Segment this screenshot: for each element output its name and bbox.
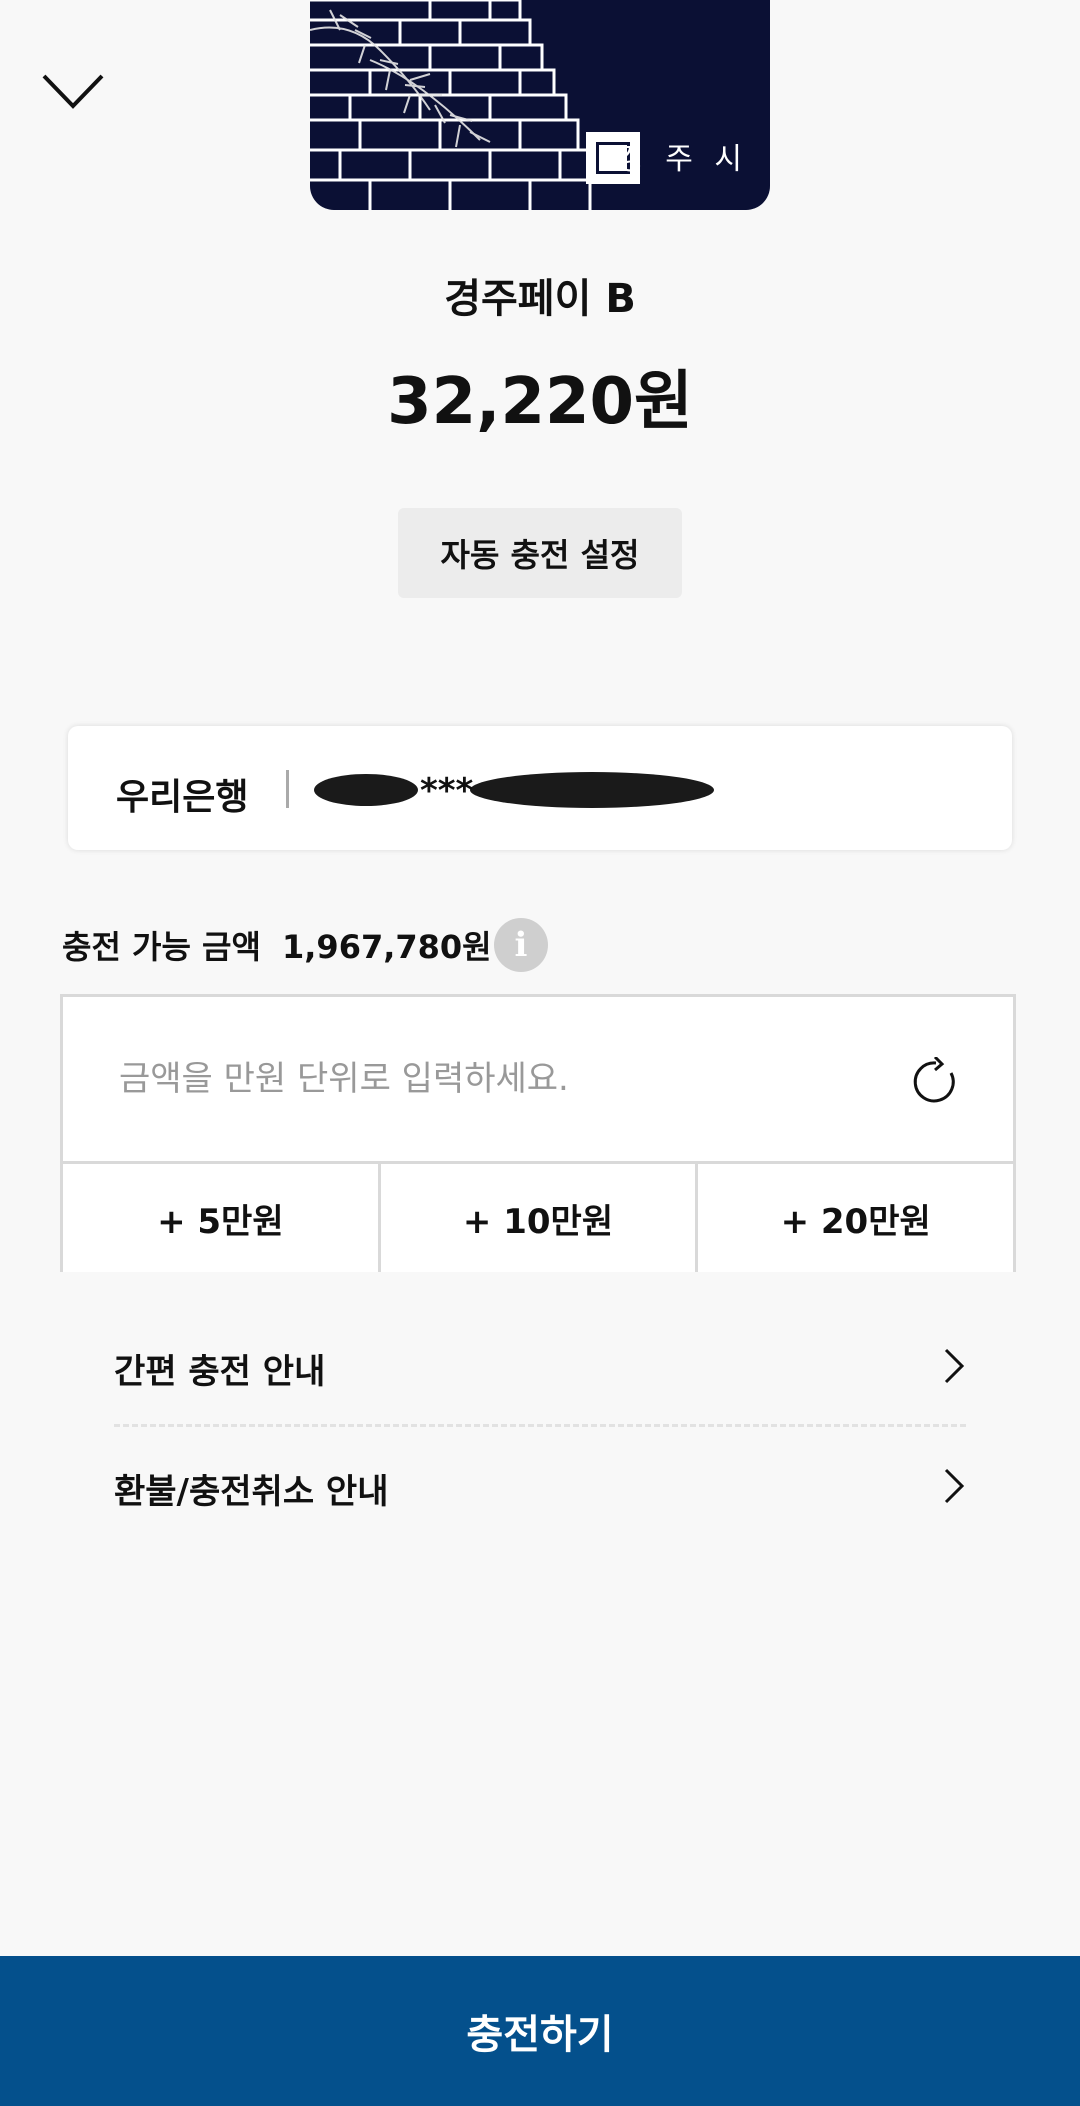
add-50000-button[interactable]: + 5만원 bbox=[63, 1164, 378, 1272]
add-100000-button[interactable]: + 10만원 bbox=[377, 1164, 696, 1272]
chevron-right-icon bbox=[944, 1468, 965, 1504]
menu-item-label: 간편 충전 안내 bbox=[114, 1352, 326, 1392]
account-number-masked: *** bbox=[420, 771, 474, 811]
divider bbox=[114, 1424, 966, 1427]
card-name: 경주페이 B bbox=[444, 276, 636, 322]
chevron-right-icon bbox=[944, 1348, 965, 1384]
available-amount-value: 1,967,780원 bbox=[282, 928, 492, 966]
auto-charge-settings-button[interactable]: 자동 충전 설정 bbox=[398, 508, 682, 598]
quick-amount-row: + 5만원 + 10만원 + 20만원 bbox=[63, 1161, 1014, 1272]
refresh-icon[interactable] bbox=[911, 1057, 961, 1107]
info-icon[interactable]: i bbox=[494, 918, 548, 972]
account-number-redaction: *** bbox=[314, 771, 714, 811]
collapse-button[interactable] bbox=[40, 70, 106, 114]
charge-amount-input[interactable] bbox=[117, 1053, 881, 1105]
bank-name: 우리은행 bbox=[116, 777, 249, 818]
divider bbox=[286, 770, 289, 808]
add-200000-button[interactable]: + 20만원 bbox=[695, 1164, 1014, 1272]
easy-charge-guide-link[interactable]: 간편 충전 안내 bbox=[114, 1314, 966, 1414]
linked-bank-account[interactable]: 우리은행 *** bbox=[68, 726, 1012, 850]
available-amount-label: 충전 가능 금액 bbox=[62, 928, 261, 966]
city-label: 경 주 시 bbox=[616, 142, 748, 177]
card-image: 경 주 시 bbox=[310, 0, 770, 210]
menu-item-label: 환불/충전취소 안내 bbox=[114, 1472, 389, 1512]
refund-cancel-guide-link[interactable]: 환불/충전취소 안내 bbox=[114, 1434, 966, 1534]
charge-amount-panel: + 5만원 + 10만원 + 20만원 bbox=[60, 994, 1016, 1272]
brick-wall-illustration bbox=[310, 0, 592, 210]
charge-button[interactable]: 충전하기 bbox=[0, 1956, 1080, 2106]
card-balance: 32,220원 bbox=[387, 365, 693, 439]
chevron-down-icon bbox=[42, 74, 104, 109]
